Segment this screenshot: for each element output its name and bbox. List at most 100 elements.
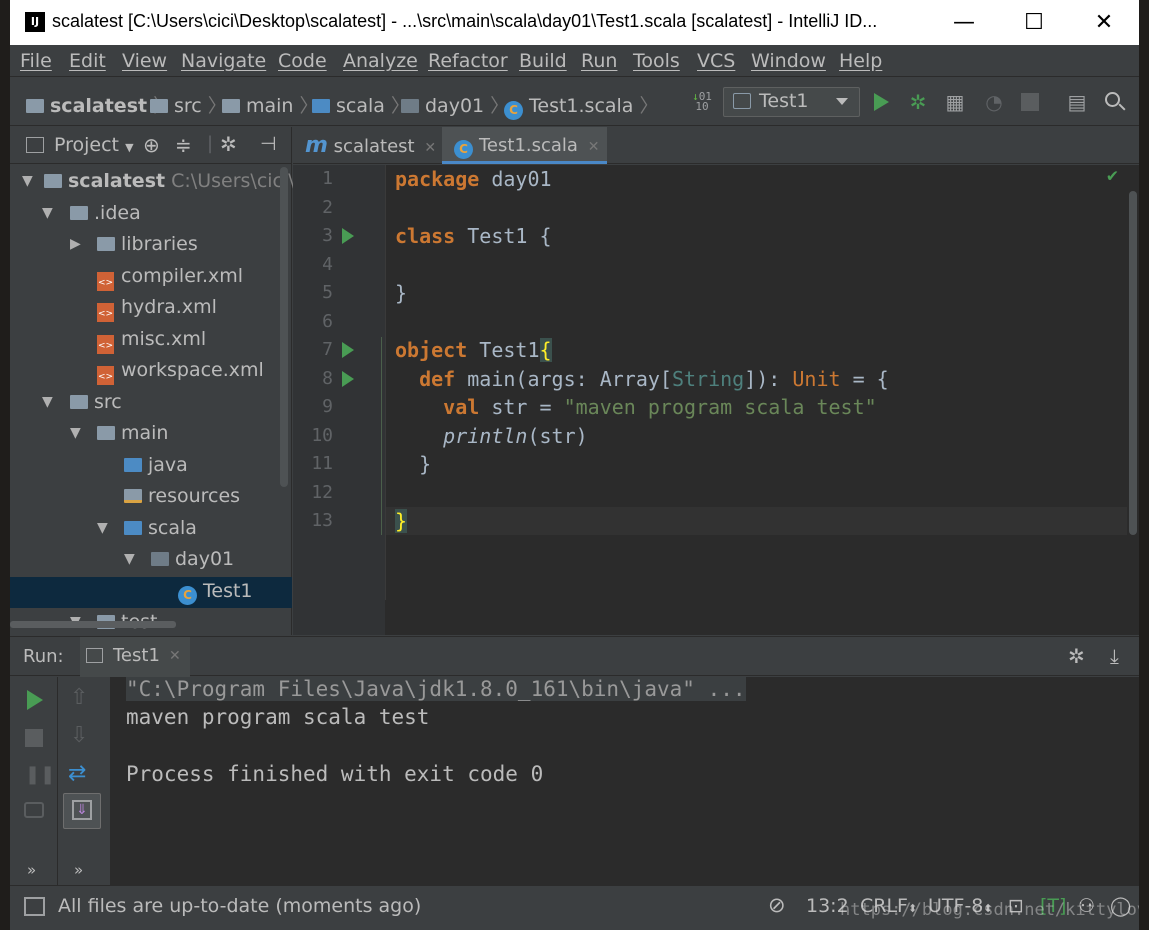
hide-panel-icon[interactable]: ⤓ xyxy=(1110,644,1119,668)
stop-button[interactable] xyxy=(1016,88,1044,116)
maximize-button[interactable]: ☐ xyxy=(999,0,1069,45)
tree-item-src[interactable]: ▼ src xyxy=(10,388,292,419)
tree-item-label: libraries xyxy=(121,233,198,255)
scala-class-icon: C xyxy=(504,101,523,120)
menu-tools[interactable]: Tools xyxy=(633,50,680,72)
expand-arrow-icon[interactable]: ▼ xyxy=(22,173,33,189)
locate-icon[interactable]: ⊕ xyxy=(143,133,160,157)
run-gutter-icon[interactable] xyxy=(342,342,354,358)
tree-item-scala[interactable]: ▼ scala xyxy=(10,514,292,545)
run-gutter-icon[interactable] xyxy=(342,228,354,244)
project-structure-button[interactable]: ▤ xyxy=(1063,88,1091,116)
profile-button[interactable]: ◔ xyxy=(980,88,1008,116)
arrow-down-icon[interactable]: ⇩ xyxy=(70,723,88,748)
arrow-up-icon[interactable]: ⇧ xyxy=(70,685,88,710)
breadcrumb-label: scala xyxy=(336,95,385,117)
menu-build[interactable]: Build xyxy=(519,50,567,72)
close-icon[interactable]: ✕ xyxy=(588,139,600,155)
breadcrumb-day01[interactable]: day01 〉 xyxy=(401,91,515,118)
breadcrumb-src[interactable]: src 〉 xyxy=(150,91,233,118)
menu-vcs[interactable]: VCS xyxy=(697,50,735,72)
menu-file[interactable]: File xyxy=(20,50,52,72)
vertical-scrollbar[interactable] xyxy=(280,167,288,487)
tree-item-libraries[interactable]: ▶ libraries xyxy=(10,230,292,261)
scrollbar-thumb[interactable] xyxy=(1129,191,1137,535)
tree-item-workspace-xml[interactable]: <> workspace.xml xyxy=(10,356,292,387)
inspection-ok-icon[interactable]: ✔ xyxy=(1107,165,1118,186)
minimize-button[interactable]: — xyxy=(929,0,999,45)
hide-panel-icon[interactable]: ⊣ xyxy=(260,133,277,155)
expand-arrow-icon[interactable]: ▼ xyxy=(42,394,53,410)
coverage-button[interactable]: ▦ xyxy=(941,88,969,116)
expand-arrow-icon[interactable]: ▼ xyxy=(42,205,53,221)
code-editor[interactable]: package day01 class Test1 { } object Tes… xyxy=(381,165,1127,635)
close-icon[interactable]: ✕ xyxy=(424,140,436,156)
stop-icon xyxy=(1021,93,1039,111)
tree-item-idea[interactable]: ▼ .idea xyxy=(10,199,292,230)
code-line-13: } xyxy=(395,507,408,535)
menu-edit[interactable]: Edit xyxy=(69,50,106,72)
menu-help[interactable]: Help xyxy=(839,50,882,72)
menu-view[interactable]: View xyxy=(122,50,167,72)
run-tab-test1[interactable]: Test1 ✕ xyxy=(80,637,190,677)
code-line-9: val str = "maven program scala test" xyxy=(395,393,877,421)
close-icon[interactable]: ✕ xyxy=(169,648,181,664)
menu-run[interactable]: Run xyxy=(581,50,617,72)
run-configuration-select[interactable]: Test1 xyxy=(723,87,860,117)
project-view-label: Project xyxy=(54,134,120,156)
tree-item-day01[interactable]: ▼ day01 xyxy=(10,545,292,576)
code-line-1: package day01 xyxy=(395,165,552,193)
tree-item-java[interactable]: java xyxy=(10,451,292,482)
editor-vertical-scrollbar[interactable] xyxy=(1127,165,1139,635)
module-folder-icon xyxy=(44,174,62,188)
collapse-all-icon[interactable]: ≑ xyxy=(175,133,192,157)
menu-code[interactable]: Code xyxy=(278,50,327,72)
menu-analyze[interactable]: Analyze xyxy=(343,50,418,72)
run-console[interactable]: "C:\Program Files\Java\jdk1.8.0_161\bin\… xyxy=(110,677,1139,885)
search-everywhere-button[interactable] xyxy=(1101,88,1129,116)
close-window-button[interactable]: ✕ xyxy=(1069,0,1139,45)
build-project-icon[interactable]: ↓01 10 xyxy=(688,88,716,116)
bug-icon: ✲ xyxy=(909,90,927,114)
run-config-label: Test1 xyxy=(759,90,809,112)
debug-button[interactable]: ✲ xyxy=(904,88,932,116)
line-number: 7 xyxy=(322,339,333,360)
gear-icon[interactable]: ✲ xyxy=(220,132,237,156)
tree-item-test1[interactable]: C Test1 xyxy=(10,577,292,608)
run-button[interactable] xyxy=(868,88,896,116)
tree-item-misc-xml[interactable]: <> misc.xml xyxy=(10,325,292,356)
soft-wrap-icon[interactable]: ⇄ xyxy=(68,761,86,786)
expand-arrow-icon[interactable]: ▼ xyxy=(97,520,108,536)
line-number: 4 xyxy=(322,254,333,275)
tree-item-compiler-xml[interactable]: <> compiler.xml xyxy=(10,262,292,293)
collapse-arrow-icon[interactable]: ▶ xyxy=(70,236,81,252)
more-actions-icon[interactable]: » xyxy=(27,861,36,879)
line-number: 8 xyxy=(322,368,333,389)
breadcrumb-main[interactable]: main 〉 xyxy=(222,91,325,118)
expand-arrow-icon[interactable]: ▼ xyxy=(124,551,135,567)
horizontal-scrollbar[interactable] xyxy=(10,621,176,628)
tree-item-main[interactable]: ▼ main xyxy=(10,419,292,450)
stop-icon[interactable] xyxy=(25,729,43,747)
camera-icon[interactable] xyxy=(24,802,44,818)
rerun-icon[interactable] xyxy=(27,690,43,710)
scroll-to-end-button[interactable]: ⇓ xyxy=(63,793,101,829)
breadcrumb-test1-scala[interactable]: C Test1.scala 〉 xyxy=(504,91,664,120)
pause-icon[interactable]: ❚❚ xyxy=(25,766,55,784)
tree-item-resources[interactable]: resources xyxy=(10,482,292,513)
tool-windows-icon[interactable] xyxy=(24,897,45,916)
gear-icon[interactable]: ✲ xyxy=(1068,644,1085,668)
run-gutter-icon[interactable] xyxy=(342,371,354,387)
tab-scalatest[interactable]: m scalatest ✕ xyxy=(293,127,442,164)
menu-window[interactable]: Window xyxy=(751,50,826,72)
project-view-selector[interactable]: Project ▼ xyxy=(54,134,134,156)
line-number: 3 xyxy=(322,225,333,246)
more-actions-icon[interactable]: » xyxy=(74,861,83,879)
tree-item-hydra-xml[interactable]: <> hydra.xml xyxy=(10,293,292,324)
tab-test1-scala[interactable]: C Test1.scala ✕ xyxy=(442,127,607,164)
tree-item-scalatest[interactable]: ▼ scalatest C:\Users\cici\De xyxy=(10,167,321,198)
menu-navigate[interactable]: Navigate xyxy=(181,50,266,72)
menu-refactor[interactable]: Refactor xyxy=(428,50,508,72)
inspections-icon[interactable]: ⊘ xyxy=(768,893,786,917)
expand-arrow-icon[interactable]: ▼ xyxy=(70,425,81,441)
